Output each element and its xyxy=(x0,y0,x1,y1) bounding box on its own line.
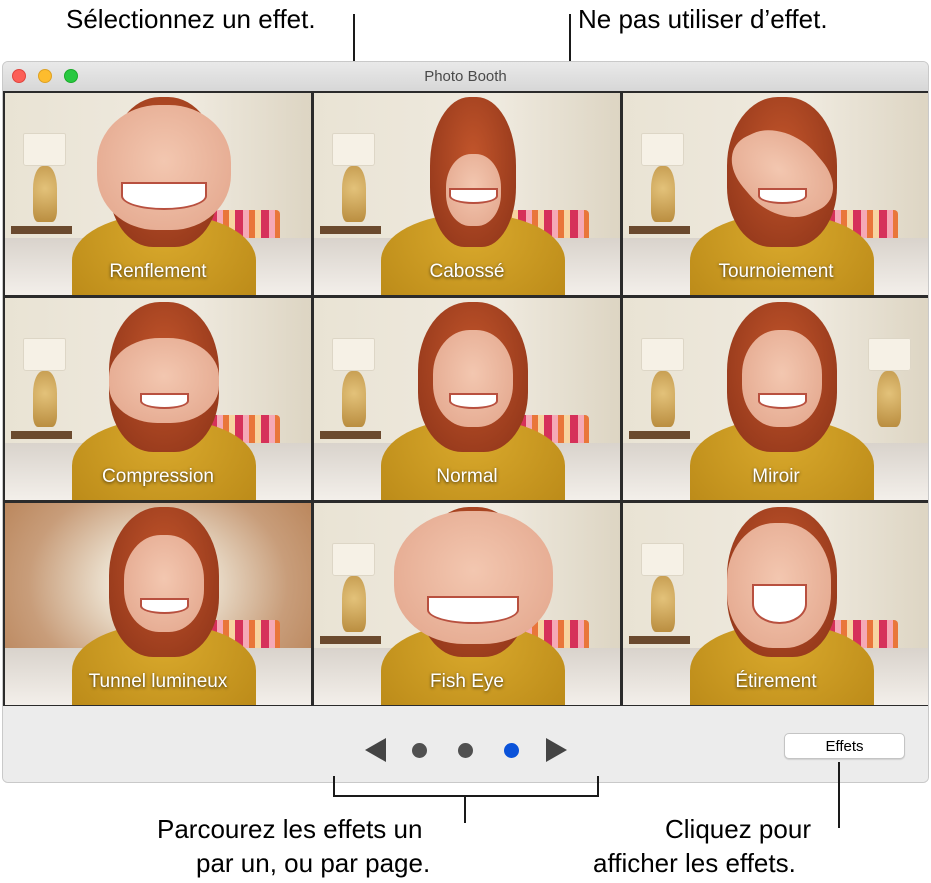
title-bar: Photo Booth xyxy=(3,62,928,92)
bracket-bottom xyxy=(333,795,599,797)
bracket-right xyxy=(597,776,599,797)
callout-click-line2: afficher les effets. xyxy=(593,848,796,878)
effect-label: Tunnel lumineux xyxy=(88,671,228,692)
callout-no-effect: Ne pas utiliser d’effet. xyxy=(578,4,828,34)
callout-browse-line1: Parcourez les effets un xyxy=(157,814,423,844)
effect-label: Miroir xyxy=(752,466,800,487)
bottom-toolbar: Effets xyxy=(3,706,928,782)
callout-select-effect: Sélectionnez un effet. xyxy=(66,4,316,34)
effect-label: Fish Eye xyxy=(430,671,504,692)
effect-label: Renflement xyxy=(109,261,207,282)
effect-label: Compression xyxy=(102,466,214,487)
effect-tile-renflement[interactable]: Renflement xyxy=(5,93,311,295)
effect-label: Étirement xyxy=(735,671,817,692)
effect-label: Tournoiement xyxy=(718,261,834,282)
callout-line-effects-button xyxy=(838,762,840,828)
effect-label: Normal xyxy=(436,466,498,487)
callout-browse-line2: par un, ou par page. xyxy=(196,848,431,878)
page-dot-3-active[interactable] xyxy=(504,743,519,758)
callout-click-line1: Cliquez pour xyxy=(665,814,811,844)
effects-button[interactable]: Effets xyxy=(784,733,905,759)
next-arrow-icon[interactable] xyxy=(546,738,567,762)
effect-tile-normal[interactable]: Normal xyxy=(314,298,620,500)
effect-tile-cabosse[interactable]: Cabossé xyxy=(314,93,620,295)
effect-tile-etirement[interactable]: Étirement xyxy=(623,503,928,705)
bracket-stem xyxy=(464,795,466,823)
effects-grid: Renflement Cabossé Tournoiement Compress… xyxy=(3,91,928,706)
bracket-left xyxy=(333,776,335,797)
window-title: Photo Booth xyxy=(424,68,507,85)
effect-tile-compression[interactable]: Compression xyxy=(5,298,311,500)
effect-tile-fish-eye[interactable]: Fish Eye xyxy=(314,503,620,705)
effect-tile-tournoiement[interactable]: Tournoiement xyxy=(623,93,928,295)
page-dot-1[interactable] xyxy=(412,743,427,758)
previous-arrow-icon[interactable] xyxy=(365,738,386,762)
page-dot-2[interactable] xyxy=(458,743,473,758)
effect-tile-miroir[interactable]: Miroir xyxy=(623,298,928,500)
effect-tile-tunnel-lumineux[interactable]: Tunnel lumineux xyxy=(5,503,311,705)
effect-label: Cabossé xyxy=(429,261,505,282)
photo-booth-window: Photo Booth Renflement Cabossé Tournoiem… xyxy=(2,61,929,783)
